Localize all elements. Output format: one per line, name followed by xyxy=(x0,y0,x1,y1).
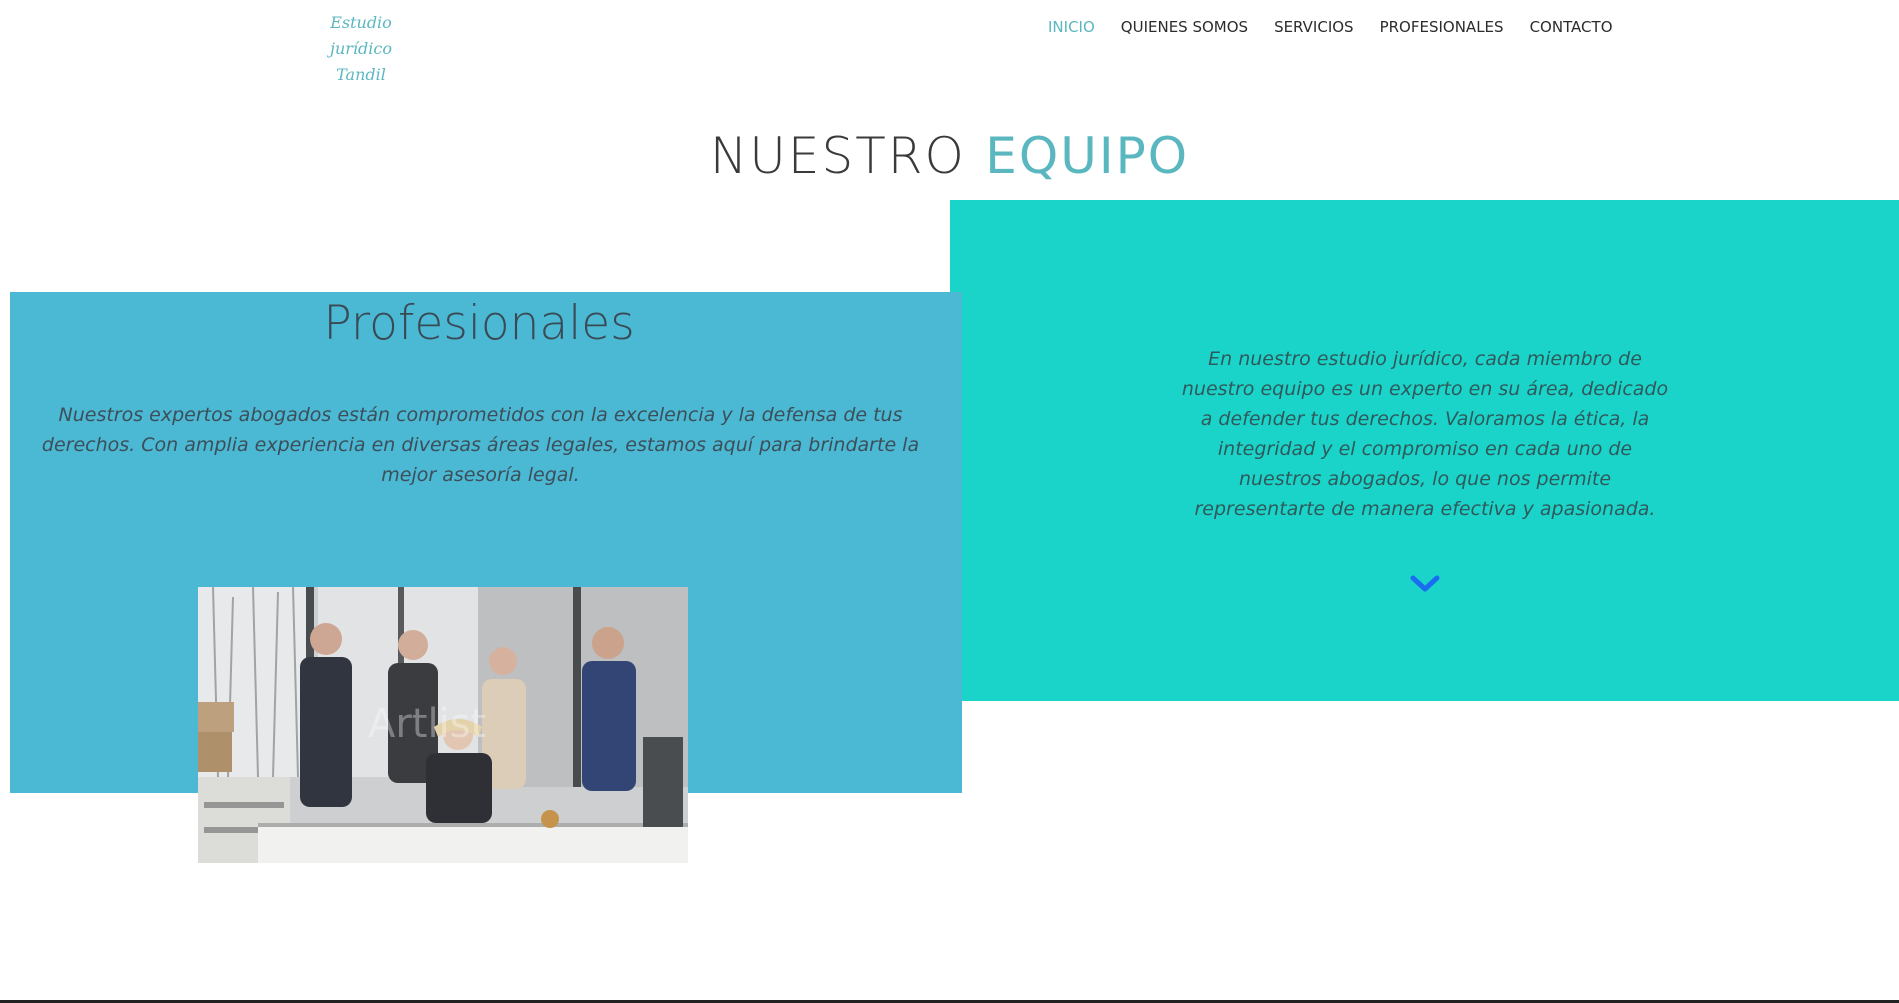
nav-item-profesionales[interactable]: PROFESIONALES xyxy=(1380,18,1504,36)
team-photo: Artlist xyxy=(198,587,688,863)
section-title-part-2: EQUIPO xyxy=(985,127,1190,185)
chevron-down-icon[interactable] xyxy=(1409,572,1441,596)
section-title: NUESTRO EQUIPO xyxy=(0,126,1899,186)
main-nav: INICIO QUIENES SOMOS SERVICIOS PROFESION… xyxy=(1048,18,1613,36)
nav-item-inicio[interactable]: INICIO xyxy=(1048,18,1095,36)
team-description-panel: En nuestro estudio jurídico, cada miembr… xyxy=(950,200,1899,701)
nav-item-quienes-somos[interactable]: QUIENES SOMOS xyxy=(1121,18,1248,36)
professionals-text: Nuestros expertos abogados están comprom… xyxy=(41,404,920,486)
nav-item-servicios[interactable]: SERVICIOS xyxy=(1274,18,1354,36)
logo-line-2: Tandil xyxy=(336,65,386,84)
section-title-part-1: NUESTRO xyxy=(709,127,966,185)
team-description-text: En nuestro estudio jurídico, cada miembr… xyxy=(1181,348,1669,520)
professionals-title: Profesionales xyxy=(323,296,635,351)
logo-line-1: Estudio jurídico xyxy=(330,13,392,58)
site-logo[interactable]: Estudio jurídico Tandil xyxy=(300,10,422,88)
nav-item-contacto[interactable]: CONTACTO xyxy=(1530,18,1613,36)
